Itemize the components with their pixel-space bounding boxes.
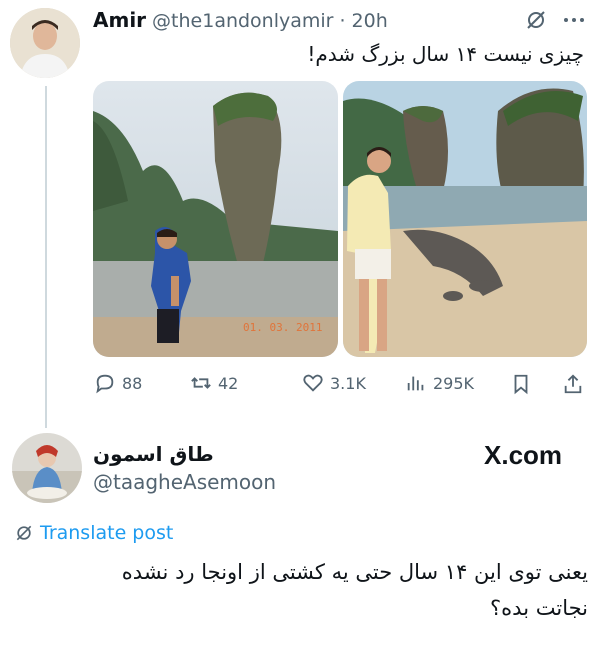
reply-count: 88 (122, 373, 143, 393)
retweet-button[interactable]: 42 (190, 372, 238, 394)
grok-icon[interactable] (524, 8, 548, 32)
author-avatar[interactable] (10, 8, 80, 78)
reply-text-line-2: نجاتت بده؟ (490, 596, 588, 620)
retweet-count: 42 (218, 373, 239, 393)
photo-date-stamp: 01. 03. 2011 (243, 321, 323, 334)
translate-icon (16, 525, 32, 541)
author-handle[interactable]: @the1andonlyamir (152, 10, 333, 32)
reply-icon (96, 374, 114, 394)
thread-line (45, 86, 47, 428)
retweet-icon (191, 377, 211, 389)
like-icon (303, 374, 323, 392)
reply-author-handle[interactable]: @taagheAsemoon (93, 470, 276, 494)
like-count: 3.1K (330, 373, 366, 393)
tweet-text: چیزی نیست ۱۴ سال بزرگ شدم! (307, 42, 584, 66)
tweet-photo-left[interactable]: 01. 03. 2011 (93, 81, 338, 357)
share-icon[interactable] (562, 373, 584, 395)
bookmark-icon[interactable] (510, 373, 532, 395)
translate-link[interactable]: Translate post (14, 522, 173, 544)
views-count: 295K (433, 373, 475, 393)
views-icon (407, 376, 424, 391)
x-brand-logo: X.com (484, 440, 562, 471)
tweet-photo-right[interactable] (343, 81, 587, 357)
more-icon[interactable] (560, 8, 588, 32)
translate-label: Translate post (40, 522, 174, 544)
author-name[interactable]: Amir (93, 8, 146, 32)
reply-author-name[interactable]: طاق اسمون (93, 442, 223, 466)
reply-author-avatar[interactable] (12, 433, 82, 503)
like-button[interactable]: 3.1K (302, 372, 366, 394)
tweet-time[interactable]: 20h (352, 10, 388, 32)
tweet-header: Amir @the1andonlyamir · 20h (93, 8, 388, 32)
x-brand-text: X.com (484, 440, 563, 470)
reply-text-line-1: یعنی توی این ۱۴ سال حتی یه کشتی از اونجا… (121, 560, 588, 584)
views-button[interactable]: 295K (405, 372, 474, 394)
header-separator: · (339, 10, 346, 32)
reply-button[interactable]: 88 (94, 372, 142, 394)
